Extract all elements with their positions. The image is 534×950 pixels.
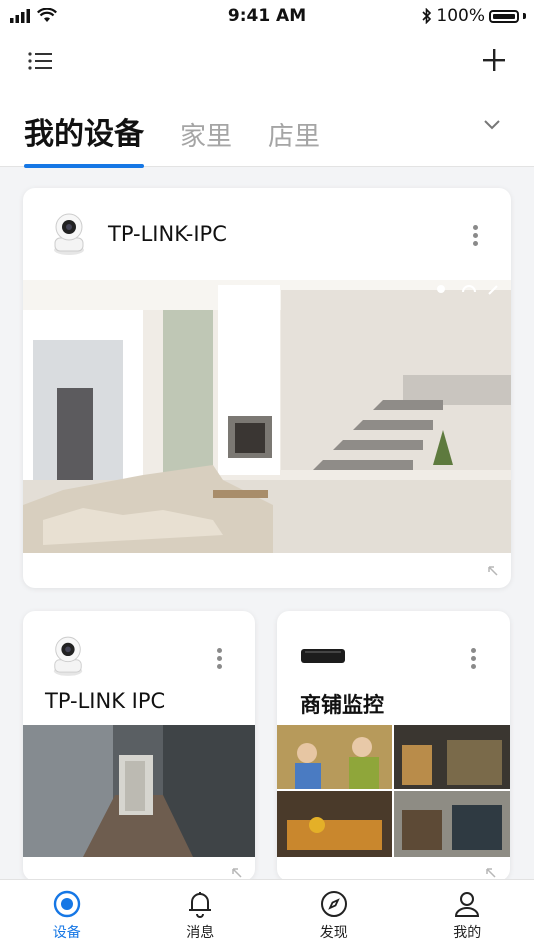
- device-card[interactable]: TP-LINK-IPC: [23, 188, 511, 588]
- battery-icon: [489, 9, 519, 23]
- tab-discover-label: 发现: [319, 925, 348, 941]
- tab-me-label: 我的: [453, 925, 482, 941]
- camera-icon: [53, 636, 83, 676]
- more-icon[interactable]: [473, 225, 479, 249]
- status-bar: 9:41 AM 100%: [0, 0, 534, 34]
- camera-preview[interactable]: [23, 280, 511, 553]
- battery-percent: 100%: [436, 6, 485, 26]
- living-room-image: [23, 280, 511, 553]
- camera-preview-grid[interactable]: [277, 725, 510, 857]
- bottom-tab-bar: 设备 消息 发现 我的: [0, 879, 534, 950]
- more-icon[interactable]: [471, 648, 477, 672]
- more-icon[interactable]: [217, 648, 223, 672]
- camera-preview[interactable]: [23, 725, 255, 857]
- expand-icon[interactable]: [487, 565, 499, 577]
- header: 我的设备 家里 店里: [0, 34, 534, 168]
- tab-home[interactable]: 家里: [180, 116, 232, 165]
- tab-devices[interactable]: 设备: [22, 880, 112, 950]
- group-tabs: 我的设备 家里 店里: [24, 109, 320, 168]
- device-name: TP-LINK-IPC: [108, 222, 227, 246]
- compass-icon: [320, 891, 347, 917]
- menu-icon[interactable]: [28, 51, 54, 71]
- person-icon: [455, 892, 480, 917]
- tab-me[interactable]: 我的: [422, 880, 512, 950]
- tab-shop[interactable]: 店里: [268, 116, 320, 165]
- device-name: TP-LINK IPC: [45, 689, 166, 713]
- devices-icon: [53, 890, 80, 918]
- nvr-icon: [301, 649, 345, 663]
- hallway-image: [23, 725, 255, 857]
- bell-icon: [189, 892, 212, 918]
- bluetooth-icon: [422, 8, 432, 24]
- tab-devices-label: 设备: [52, 925, 81, 941]
- expand-icon[interactable]: [485, 867, 497, 879]
- device-name: 商铺监控: [300, 693, 384, 717]
- tab-messages[interactable]: 消息: [155, 880, 245, 950]
- store-grid-image: [277, 725, 510, 857]
- expand-icon[interactable]: [231, 867, 243, 879]
- tab-my-devices[interactable]: 我的设备: [24, 109, 144, 168]
- device-card[interactable]: 商铺监控: [277, 611, 510, 881]
- chevron-down-icon[interactable]: [484, 120, 500, 130]
- camera-icon: [54, 213, 84, 255]
- tab-discover[interactable]: 发现: [289, 880, 379, 950]
- plus-icon[interactable]: [482, 48, 506, 72]
- device-card[interactable]: TP-LINK IPC: [23, 611, 255, 881]
- tab-messages-label: 消息: [186, 925, 215, 941]
